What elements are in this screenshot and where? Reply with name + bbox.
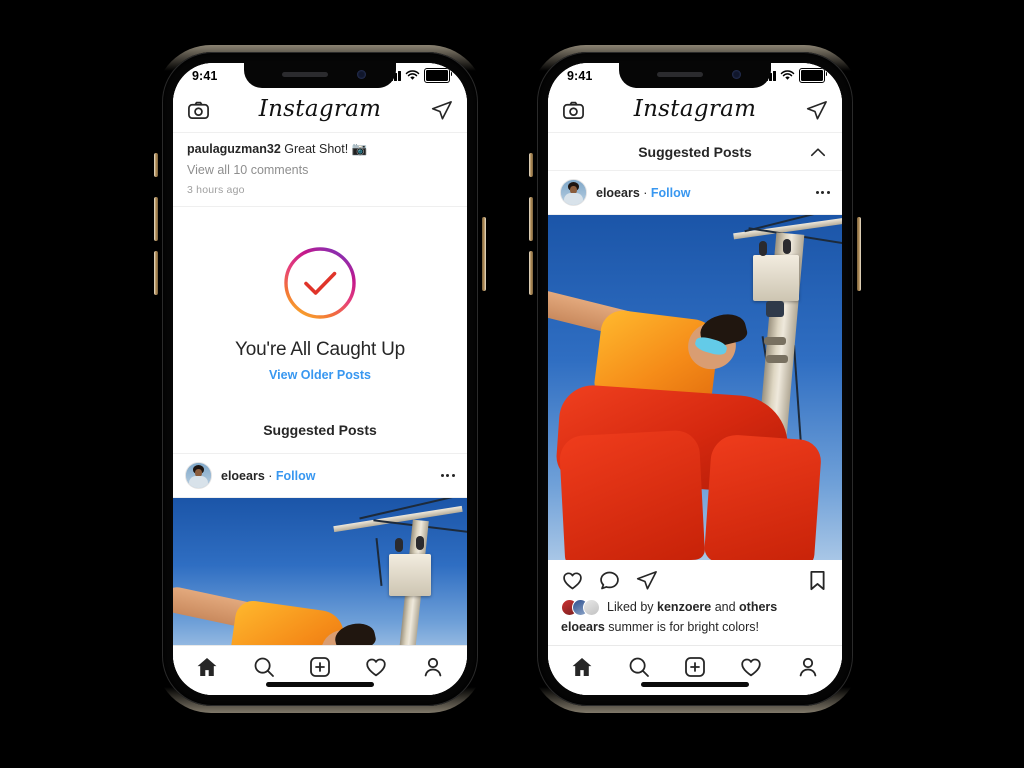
- notch: [619, 63, 771, 88]
- status-time: 9:41: [192, 68, 218, 83]
- check-circle-gradient-icon: [284, 247, 356, 319]
- suggested-posts-title: Suggested Posts: [638, 143, 752, 160]
- power-button[interactable]: [482, 217, 486, 291]
- post-username-row: eloears · Follow: [221, 469, 432, 483]
- plus-square-icon[interactable]: [308, 655, 332, 679]
- earpiece-speaker: [282, 72, 328, 77]
- right-phone-screen: 9:41 Instagram Suggested Posts eloears ·…: [548, 63, 842, 695]
- view-older-posts-link[interactable]: View Older Posts: [173, 368, 467, 382]
- phone-bezel: 9:41: [537, 52, 853, 706]
- caption-text: Great Shot! 📷: [280, 142, 368, 156]
- wifi-icon: [780, 70, 794, 80]
- camera-icon[interactable]: [187, 99, 210, 122]
- caught-up-title: You're All Caught Up: [234, 339, 406, 361]
- plus-square-icon[interactable]: [683, 655, 707, 679]
- suggested-posts-heading: Suggested Posts: [173, 408, 467, 455]
- instagram-top-nav: Instagram: [173, 88, 467, 133]
- liker-avatars: [561, 599, 600, 616]
- follow-button[interactable]: Follow: [276, 469, 316, 483]
- previous-post-tail: paulaguzman32 Great Shot! 📷 View all 10 …: [173, 133, 467, 208]
- likes-others[interactable]: others: [739, 600, 777, 614]
- post-timestamp: 3 hours ago: [187, 184, 245, 197]
- right-phone-device: 9:41 Instagram Suggested Posts eloears ·…: [529, 45, 861, 713]
- volume-down-button[interactable]: [529, 251, 533, 295]
- likes-prefix: Liked by: [607, 600, 658, 614]
- suggested-post-photo[interactable]: [548, 215, 842, 560]
- bottom-tab-bar: [173, 645, 467, 695]
- likes-middle: and: [711, 600, 740, 614]
- paper-plane-icon[interactable]: [430, 99, 453, 122]
- search-icon[interactable]: [627, 655, 651, 679]
- home-indicator[interactable]: [266, 682, 374, 687]
- separator: ·: [639, 185, 651, 200]
- earpiece-speaker: [657, 72, 703, 77]
- heart-icon[interactable]: [739, 655, 763, 679]
- heart-icon[interactable]: [561, 569, 584, 592]
- notch: [244, 63, 396, 88]
- caption-text: summer is for bright colors!: [604, 620, 759, 634]
- suggested-post-header: eloears · Follow: [548, 171, 842, 215]
- battery-full-icon: [423, 67, 453, 84]
- more-options-icon[interactable]: [440, 474, 455, 478]
- likes-text: Liked by kenzoere and others: [607, 600, 777, 614]
- post-actions: [548, 560, 842, 597]
- screenshot-canvas: 9:41 Instagram paulaguzman32 Great Shot!…: [0, 0, 1024, 768]
- post-username-row: eloears · Follow: [596, 186, 807, 200]
- chevron-up-icon[interactable]: [808, 142, 828, 162]
- person-icon[interactable]: [796, 655, 820, 679]
- volume-up-button[interactable]: [154, 197, 158, 241]
- bottom-tab-bar: [548, 645, 842, 695]
- suggested-posts-bar[interactable]: Suggested Posts: [548, 133, 842, 171]
- separator: ·: [264, 468, 276, 483]
- status-time: 9:41: [567, 68, 593, 83]
- silent-switch[interactable]: [529, 153, 533, 177]
- comment-bubble-icon[interactable]: [598, 569, 621, 592]
- home-icon[interactable]: [195, 655, 219, 679]
- caption-username[interactable]: paulaguzman32: [187, 142, 281, 156]
- camera-icon[interactable]: [562, 99, 585, 122]
- home-indicator[interactable]: [641, 682, 749, 687]
- likes-row: Liked by kenzoere and others: [548, 597, 842, 616]
- front-camera-icon: [732, 70, 741, 79]
- follow-button[interactable]: Follow: [651, 186, 691, 200]
- instagram-logo: Instagram: [633, 95, 757, 122]
- front-camera-icon: [357, 70, 366, 79]
- liker-name[interactable]: kenzoere: [657, 600, 711, 614]
- paper-plane-icon[interactable]: [635, 569, 658, 592]
- caught-up-section: You're All Caught Up View Older Posts: [173, 207, 467, 409]
- more-options-icon[interactable]: [815, 191, 830, 194]
- bookmark-icon[interactable]: [806, 569, 829, 592]
- paper-plane-icon[interactable]: [805, 99, 828, 122]
- battery-full-icon: [798, 67, 828, 84]
- phone-bezel: 9:41: [162, 52, 478, 706]
- volume-down-button[interactable]: [154, 251, 158, 295]
- caption-username[interactable]: eloears: [561, 620, 605, 634]
- avatar[interactable]: [560, 179, 587, 206]
- post-username[interactable]: eloears: [221, 469, 265, 483]
- avatar[interactable]: [185, 462, 212, 490]
- left-phone-device: 9:41 Instagram paulaguzman32 Great Shot!…: [154, 45, 486, 713]
- post-username[interactable]: eloears: [596, 186, 640, 200]
- suggested-post-header: eloears · Follow: [173, 454, 467, 499]
- view-comments-link[interactable]: View all 10 comments: [187, 163, 453, 177]
- post-caption: paulaguzman32 Great Shot! 📷: [187, 140, 453, 158]
- volume-up-button[interactable]: [529, 197, 533, 241]
- search-icon[interactable]: [252, 655, 276, 679]
- heart-icon[interactable]: [364, 655, 388, 679]
- power-button[interactable]: [857, 217, 861, 291]
- wifi-icon: [405, 70, 419, 80]
- home-icon[interactable]: [570, 655, 594, 679]
- post-caption: eloears summer is for bright colors!: [548, 615, 842, 643]
- instagram-top-nav: Instagram: [548, 88, 842, 133]
- instagram-logo: Instagram: [258, 95, 382, 122]
- suggested-post-photo[interactable]: [173, 498, 467, 659]
- silent-switch[interactable]: [154, 153, 158, 177]
- left-phone-screen: 9:41 Instagram paulaguzman32 Great Shot!…: [173, 63, 467, 695]
- person-icon[interactable]: [421, 655, 445, 679]
